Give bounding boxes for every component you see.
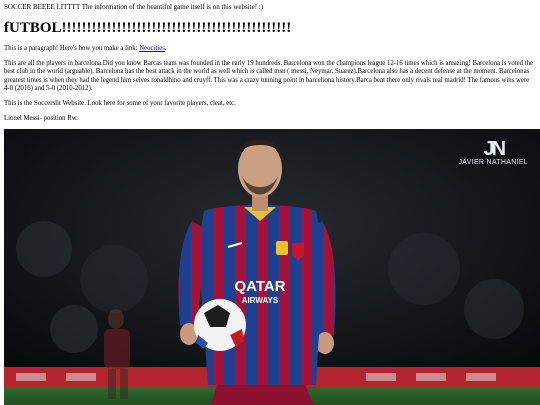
intro-text: This is a paragraph! Here's how you make… <box>4 45 140 52</box>
site-tagline: SOCCER BEEEE LITTTT The information of t… <box>4 3 264 11</box>
club-crest <box>276 241 288 255</box>
barcelona-paragraph: This are all the players in barcelona.Di… <box>4 60 534 92</box>
messi-photo: QATAR AIRWAYS JN JAVIER NATHANIEL <box>4 129 540 405</box>
watermark-name: JAVIER NATHANIEL <box>458 159 528 166</box>
sponsor-bottom: AIRWAYS <box>242 296 279 305</box>
player-caption: Lionel Messi- position Rw. <box>4 115 78 123</box>
player-shirt <box>198 205 324 385</box>
site-paragraph: This is the Soccerslit Website. Look her… <box>4 100 236 108</box>
watermark-logo: JN <box>483 138 506 160</box>
intro-paragraph: This is a paragraph! Here's how you make… <box>4 45 536 53</box>
page-title: fUTBOL!!!!!!!!!!!!!!!!!!!!!!!!!!!!!!!!!!… <box>4 20 292 36</box>
neocities-link[interactable]: Neocities <box>139 45 165 52</box>
football <box>194 299 246 351</box>
intro-text-end: . <box>164 45 167 52</box>
page-content: SOCCER BEEEE LITTTT The information of t… <box>0 3 540 123</box>
photographer-watermark: JN JAVIER NATHANIEL <box>459 139 529 167</box>
sponsor-top: QATAR <box>234 278 285 295</box>
messi-illustration: QATAR AIRWAYS <box>4 129 540 405</box>
